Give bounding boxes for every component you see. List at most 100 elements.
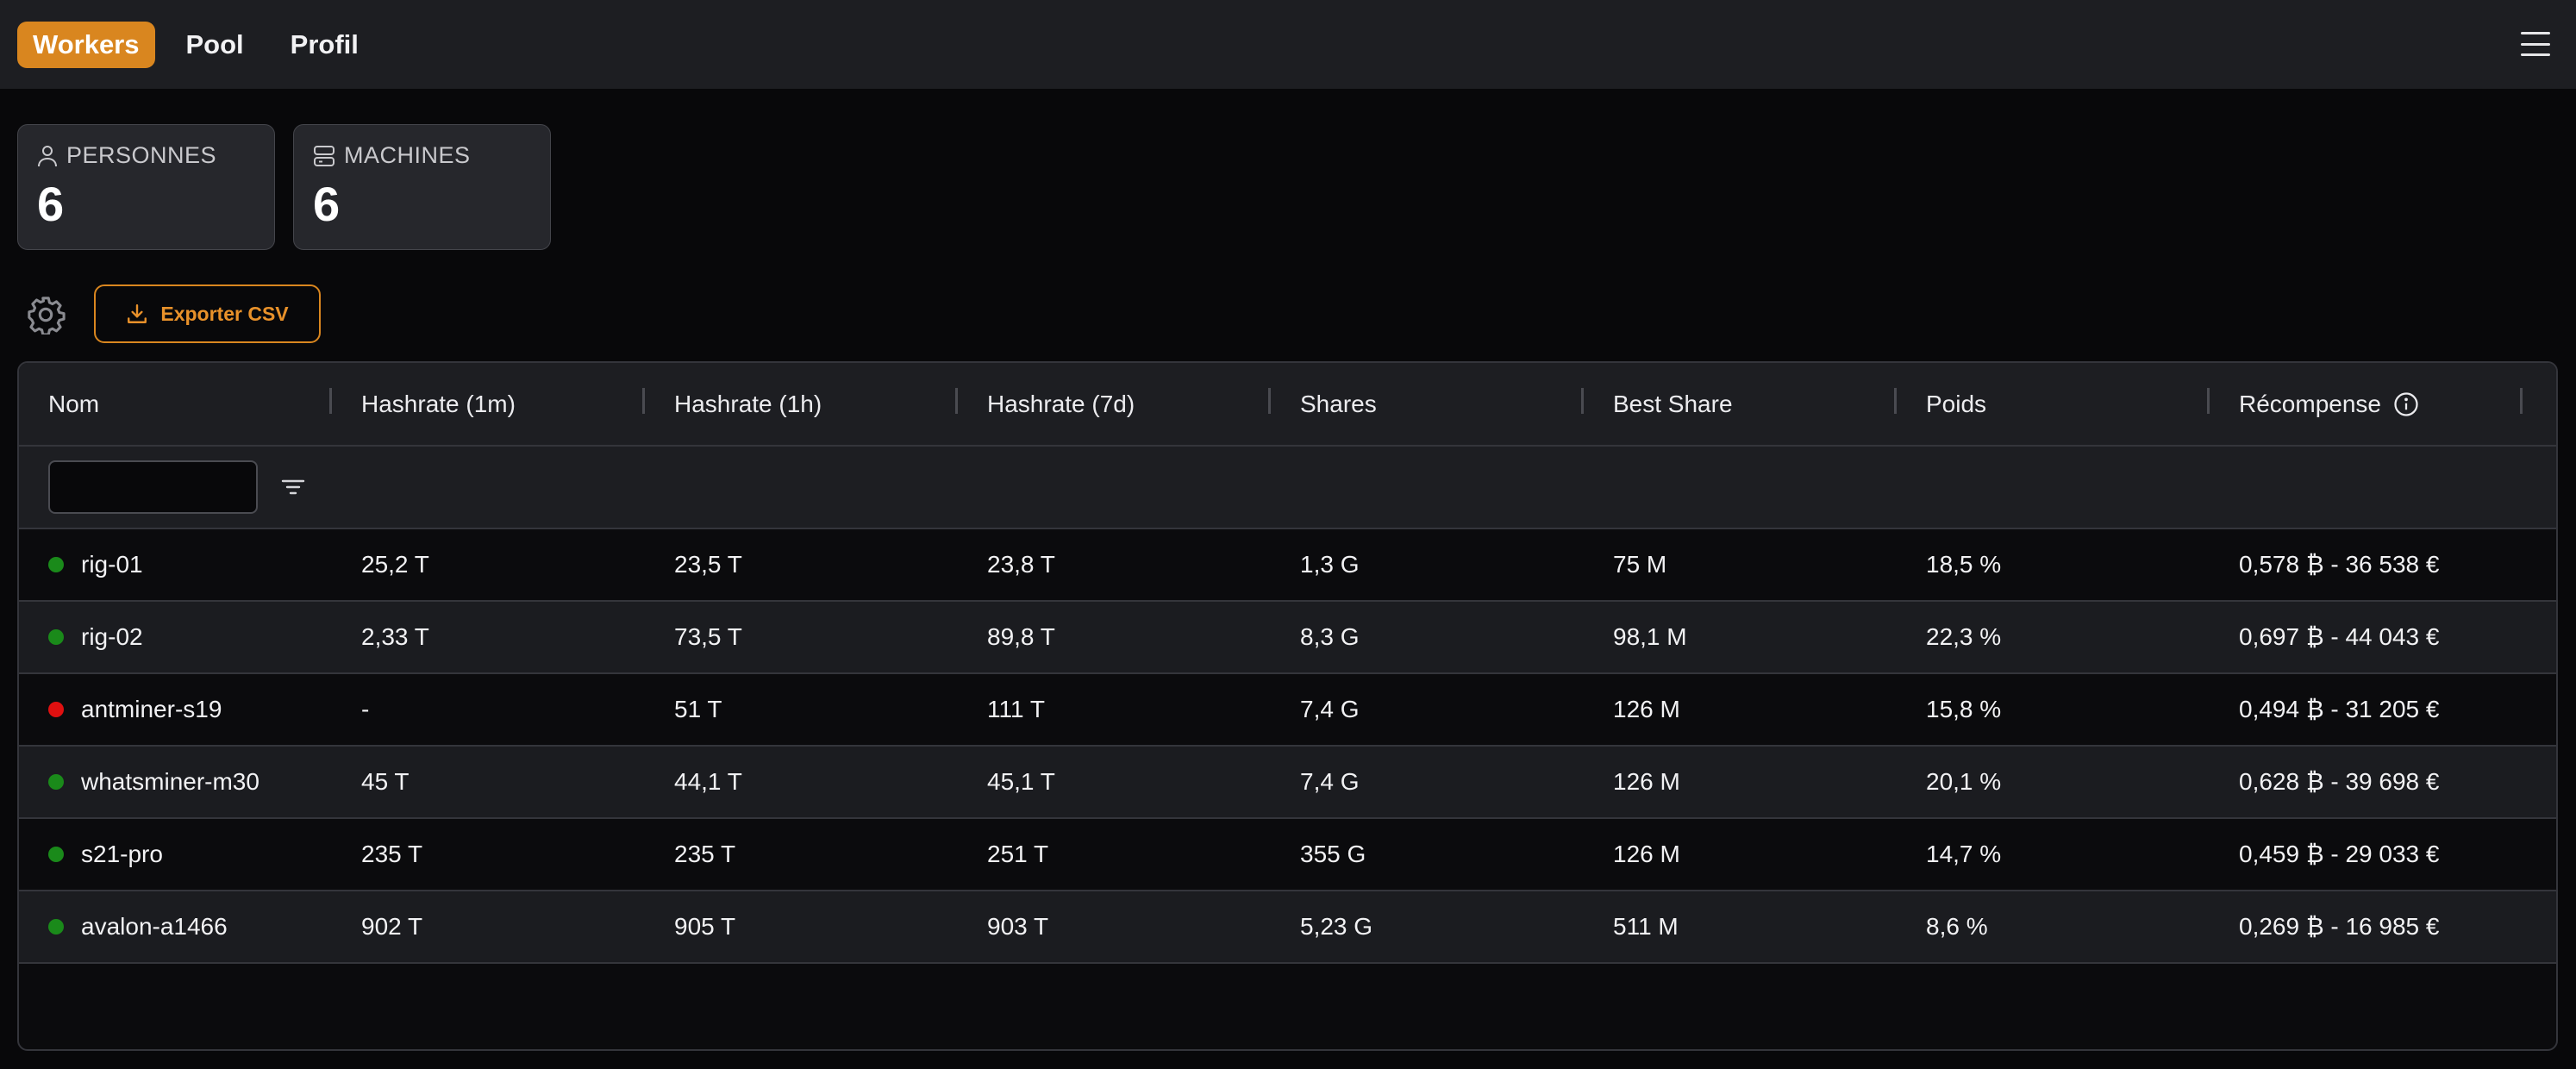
- cell-best-share: 75 M: [1584, 551, 1897, 578]
- cell-best-share: 511 M: [1584, 913, 1897, 941]
- cell-value: 89,8 T: [987, 623, 1055, 650]
- stat-card-persons: PERSONNES 6: [17, 124, 275, 250]
- cell-value: rig-01: [81, 551, 143, 578]
- column-header-shares[interactable]: Shares: [1271, 387, 1584, 418]
- cell-value: 126 M: [1613, 841, 1680, 867]
- export-csv-button[interactable]: Exporter CSV: [94, 284, 321, 343]
- cell-value: 251 T: [987, 841, 1049, 867]
- nav-tab-pool[interactable]: Pool: [171, 22, 259, 68]
- gear-icon[interactable]: [26, 295, 66, 334]
- cell-value: 905 T: [674, 913, 736, 940]
- cell-best-share: 98,1 M: [1584, 623, 1897, 651]
- column-header-nom[interactable]: Nom: [19, 387, 332, 418]
- cell-best-share: 126 M: [1584, 768, 1897, 796]
- cell-value: 45,1 T: [987, 768, 1055, 795]
- cell-shares: 1,3 G: [1271, 551, 1584, 578]
- cell-value: avalon-a1466: [81, 913, 228, 940]
- table-row[interactable]: s21-pro 235 T 235 T 251 T 355 G 126 M 14,7 % 0,…: [19, 819, 2556, 891]
- table-row[interactable]: avalon-a1466 902 T 905 T 903 T 5,23 G 511 M 8,…: [19, 891, 2556, 964]
- table-body: rig-01 25,2 T 23,5 T 23,8 T 1,3 G 75 M 18,5 % 0…: [19, 529, 2556, 964]
- column-header-hashrate-7d[interactable]: Hashrate (7d): [958, 387, 1271, 418]
- cell-hashrate-1m: 902 T: [332, 913, 645, 941]
- cell-value: 44,1 T: [674, 768, 742, 795]
- cell-value: 1,3 G: [1300, 551, 1360, 578]
- cell-value: 25,2 T: [361, 551, 429, 578]
- cell-hashrate-1h: 51 T: [645, 696, 958, 723]
- name-filter-input[interactable]: [48, 460, 258, 514]
- cell-value: 0,494 ₿ - 31 205 €: [2239, 696, 2440, 722]
- cell-hashrate-7d: 903 T: [958, 913, 1271, 941]
- status-dot-icon: [48, 919, 64, 935]
- export-csv-label: Exporter CSV: [160, 302, 289, 325]
- column-header-recompense[interactable]: Récompense: [2210, 387, 2523, 418]
- status-dot-icon: [48, 557, 64, 572]
- download-icon: [128, 304, 147, 323]
- cell-recompense: 0,628 ₿ - 39 698 €: [2210, 768, 2523, 796]
- cell-hashrate-1h: 235 T: [645, 841, 958, 868]
- column-header-poids[interactable]: Poids: [1897, 387, 2210, 418]
- cell-shares: 5,23 G: [1271, 913, 1584, 941]
- cell-value: 902 T: [361, 913, 423, 940]
- column-header-best-share[interactable]: Best Share: [1584, 387, 1897, 418]
- cell-value: 355 G: [1300, 841, 1366, 867]
- cell-hashrate-7d: 23,8 T: [958, 551, 1271, 578]
- stat-label-persons: PERSONNES: [66, 142, 217, 168]
- cell-value: 73,5 T: [674, 623, 742, 650]
- cell-shares: 7,4 G: [1271, 696, 1584, 723]
- filter-icon[interactable]: [280, 476, 306, 498]
- status-dot-icon: [48, 847, 64, 862]
- hamburger-menu-icon[interactable]: [2521, 28, 2550, 59]
- cell-name: avalon-a1466: [19, 913, 332, 941]
- cell-value: -: [361, 696, 370, 722]
- stat-value-persons: 6: [37, 177, 65, 231]
- cell-hashrate-1m: -: [332, 696, 645, 723]
- cell-value: 20,1 %: [1926, 768, 2002, 795]
- filter-row: [19, 447, 2556, 529]
- cell-value: 0,459 ₿ - 29 033 €: [2239, 841, 2440, 867]
- cell-value: 0,697 ₿ - 44 043 €: [2239, 623, 2440, 650]
- table-row[interactable]: rig-01 25,2 T 23,5 T 23,8 T 1,3 G 75 M 18,5 % 0…: [19, 529, 2556, 602]
- cell-poids: 20,1 %: [1897, 768, 2210, 796]
- cell-shares: 8,3 G: [1271, 623, 1584, 651]
- table-header: Nom Hashrate (1m) Hashrate (1h) Hashrate…: [19, 363, 2556, 447]
- stat-value-machines: 6: [313, 177, 341, 231]
- stat-label-machines: MACHINES: [344, 142, 471, 168]
- cell-value: s21-pro: [81, 841, 163, 867]
- cell-value: 14,7 %: [1926, 841, 2002, 867]
- cell-value: 18,5 %: [1926, 551, 2002, 578]
- cell-poids: 15,8 %: [1897, 696, 2210, 723]
- cell-value: 235 T: [674, 841, 736, 867]
- cell-shares: 355 G: [1271, 841, 1584, 868]
- cell-name: s21-pro: [19, 841, 332, 868]
- column-header-hashrate-1m[interactable]: Hashrate (1m): [332, 387, 645, 418]
- cell-best-share: 126 M: [1584, 696, 1897, 723]
- nav-tab-profil[interactable]: Profil: [275, 22, 374, 68]
- table-row[interactable]: rig-02 2,33 T 73,5 T 89,8 T 8,3 G 98,1 M 22,3 …: [19, 602, 2556, 674]
- cell-poids: 22,3 %: [1897, 623, 2210, 651]
- cell-name: rig-02: [19, 623, 332, 651]
- cell-value: 23,5 T: [674, 551, 742, 578]
- cell-hashrate-1m: 25,2 T: [332, 551, 645, 578]
- cell-name: antminer-s19: [19, 696, 332, 723]
- user-icon: [38, 145, 57, 166]
- nav-tab-workers[interactable]: Workers: [17, 21, 155, 68]
- cell-hashrate-1h: 44,1 T: [645, 768, 958, 796]
- cell-value: rig-02: [81, 623, 143, 650]
- table-row[interactable]: antminer-s19 - 51 T 111 T 7,4 G 126 M 15,8 % 0,…: [19, 674, 2556, 747]
- workers-table: Nom Hashrate (1m) Hashrate (1h) Hashrate…: [17, 361, 2558, 1051]
- status-dot-icon: [48, 774, 64, 790]
- cell-recompense: 0,578 ₿ - 36 538 €: [2210, 551, 2523, 578]
- cell-value: 5,23 G: [1300, 913, 1373, 940]
- info-icon[interactable]: [2393, 391, 2419, 417]
- cell-hashrate-7d: 111 T: [958, 696, 1271, 723]
- cell-value: 903 T: [987, 913, 1049, 940]
- cell-hashrate-1h: 905 T: [645, 913, 958, 941]
- column-header-hashrate-1h[interactable]: Hashrate (1h): [645, 387, 958, 418]
- table-row[interactable]: whatsminer-m30 45 T 44,1 T 45,1 T 7,4 G 126 M…: [19, 747, 2556, 819]
- cell-value: 98,1 M: [1613, 623, 1687, 650]
- cell-hashrate-1h: 23,5 T: [645, 551, 958, 578]
- cell-recompense: 0,697 ₿ - 44 043 €: [2210, 623, 2523, 651]
- cell-value: 511 M: [1613, 913, 1679, 940]
- cell-value: 75 M: [1613, 551, 1667, 578]
- status-dot-icon: [48, 702, 64, 717]
